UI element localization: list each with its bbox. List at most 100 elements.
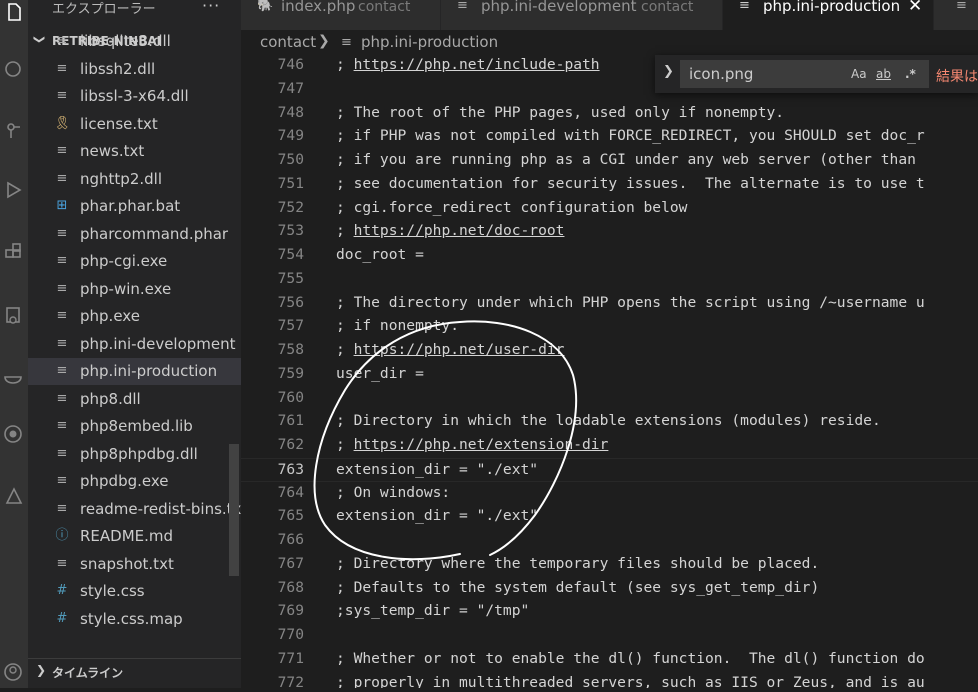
code-line[interactable]: 763 extension_dir = "./ext" bbox=[241, 457, 978, 482]
file-name: php8embed.lib bbox=[80, 417, 193, 435]
code-line[interactable]: 767 ; Directory where the temporary files… bbox=[241, 553, 978, 577]
code-line[interactable]: 754 doc_root = bbox=[241, 244, 978, 268]
code-line[interactable]: 759 user_dir = bbox=[241, 363, 978, 387]
file-icon: ≡ bbox=[56, 418, 68, 433]
info-icon: ⓘ bbox=[55, 528, 69, 543]
file-item[interactable]: ⓘ README.md bbox=[28, 523, 241, 550]
code-line[interactable]: 772 ; properly in multithreaded servers, … bbox=[241, 672, 978, 689]
file-item[interactable]: ≡ snapshot.txt bbox=[28, 551, 241, 578]
account-icon[interactable] bbox=[0, 652, 28, 692]
regex-icon[interactable]: .* bbox=[905, 67, 916, 81]
code-line[interactable]: 761 ; Directory in which the loadable ext… bbox=[241, 410, 978, 434]
code-line[interactable]: 768 ; Defaults to the system default (see… bbox=[241, 577, 978, 601]
file-item[interactable]: ≡ nghttp2.dll bbox=[28, 166, 241, 193]
code-line[interactable]: 771 ; Whether or not to enable the dl() f… bbox=[241, 648, 978, 672]
docker-icon[interactable] bbox=[0, 356, 28, 396]
breadcrumb-file[interactable]: php.ini-production bbox=[361, 33, 498, 51]
file-item[interactable]: ≡ php.ini-production bbox=[28, 358, 241, 385]
file-icon: ≡ bbox=[56, 363, 68, 378]
file-icon: ≡ bbox=[56, 390, 68, 406]
azure-icon[interactable] bbox=[0, 476, 28, 516]
file-item[interactable]: ≡ php8embed.lib bbox=[28, 413, 241, 440]
file-item[interactable]: ≡ news.txt bbox=[28, 138, 241, 165]
file-item[interactable]: ≡ libssh2.dll bbox=[28, 56, 241, 83]
code-link[interactable]: https://php.net/include-path bbox=[354, 56, 600, 73]
file-name: php.exe bbox=[80, 307, 140, 325]
file-item[interactable]: ≡ readme-redist-bins.txt bbox=[28, 496, 241, 523]
file-item[interactable]: ⊞ phar.phar.bat bbox=[28, 193, 241, 220]
toggle-replace-icon[interactable]: ❯ bbox=[663, 64, 674, 79]
file-item[interactable]: ≡ libsqlite3.dll bbox=[28, 28, 241, 55]
whole-word-icon[interactable]: ab bbox=[876, 67, 891, 81]
tab-overflow[interactable]: ≡ bbox=[934, 0, 978, 30]
code-line[interactable]: 757 ; if nonempty. bbox=[241, 315, 978, 339]
line-number: 769 bbox=[277, 602, 304, 620]
code-line[interactable]: 749 ; if PHP was not compiled with FORCE_… bbox=[241, 125, 978, 149]
code-text: doc_root = bbox=[336, 246, 424, 263]
code-link[interactable]: https://php.net/extension-dir bbox=[354, 436, 609, 453]
code-link[interactable]: https://php.net/user-dir bbox=[354, 341, 565, 358]
code-line[interactable]: 750 ; if you are running php as a CGI und… bbox=[241, 149, 978, 173]
more-actions-icon[interactable]: ··· bbox=[202, 0, 220, 15]
github-icon[interactable] bbox=[0, 414, 28, 454]
file-name: news.txt bbox=[80, 142, 145, 160]
file-item[interactable]: ≡ php8.dll bbox=[28, 386, 241, 413]
tab-index-php[interactable]: 🐘 index.php contact bbox=[241, 0, 441, 30]
code-line[interactable]: 766 bbox=[241, 529, 978, 553]
timeline-label: タイムライン bbox=[52, 666, 124, 680]
code-link[interactable]: https://php.net/doc-root bbox=[354, 222, 565, 239]
code-line[interactable]: 755 bbox=[241, 268, 978, 292]
search-icon[interactable] bbox=[0, 50, 28, 90]
line-number: 747 bbox=[277, 79, 304, 97]
tab-php-ini-production[interactable]: ≡ php.ini-production ✕ bbox=[723, 0, 934, 30]
code-text: ; Defaults to the system default (see sy… bbox=[336, 578, 820, 596]
file-item[interactable]: # style.css.map bbox=[28, 606, 241, 633]
file-item[interactable]: 🎗 license.txt bbox=[28, 111, 241, 138]
match-case-icon[interactable]: Aa bbox=[851, 67, 867, 81]
file-item[interactable]: ≡ php.ini-development bbox=[28, 331, 241, 358]
file-icon: ≡ bbox=[56, 253, 68, 268]
code-line[interactable]: 762 ; https://php.net/extension-dir bbox=[241, 434, 978, 458]
file-item[interactable]: ≡ php-cgi.exe bbox=[28, 248, 241, 275]
timeline-section[interactable]: ❯ タイムライン bbox=[28, 658, 241, 688]
file-item[interactable]: ≡ php8phpdbg.dll bbox=[28, 441, 241, 468]
code-line[interactable]: 753 ; https://php.net/doc-root bbox=[241, 220, 978, 244]
code-line[interactable]: 765 extension_dir = "./ext" bbox=[241, 505, 978, 529]
windows-icon: ⊞ bbox=[56, 198, 68, 213]
sidebar-scrollbar[interactable] bbox=[229, 444, 239, 576]
chevron-right-icon: ❯ bbox=[36, 663, 47, 677]
line-number: 758 bbox=[277, 341, 304, 358]
find-input[interactable] bbox=[680, 60, 929, 88]
code-line[interactable]: 748 ; The root of the PHP pages, used onl… bbox=[241, 102, 978, 126]
file-name: php8.dll bbox=[80, 389, 141, 408]
file-item[interactable]: ≡ php.exe bbox=[28, 303, 241, 330]
run-debug-icon[interactable] bbox=[0, 170, 28, 210]
code-line[interactable]: 770 bbox=[241, 624, 978, 648]
file-item[interactable]: ≡ php-win.exe bbox=[28, 276, 241, 303]
breadcrumb-folder[interactable]: contact bbox=[260, 33, 316, 51]
code-line[interactable]: 764 ; On windows: bbox=[241, 482, 978, 506]
code-line[interactable]: 769 ;sys_temp_dir = "/tmp" bbox=[241, 600, 978, 624]
close-icon[interactable]: ✕ bbox=[908, 0, 922, 16]
file-icon: ≡ bbox=[56, 225, 68, 241]
files-icon[interactable] bbox=[0, 0, 28, 32]
tab-php-ini-development[interactable]: ≡ php.ini-development contact bbox=[441, 0, 723, 30]
code-editor[interactable]: 746 ; https://php.net/include-path 747 748;… bbox=[241, 54, 978, 688]
tab-label: index.php bbox=[281, 0, 356, 15]
code-line[interactable]: 751 ; see documentation for security issu… bbox=[241, 173, 978, 197]
file-item[interactable]: ≡ pharcommand.phar bbox=[28, 221, 241, 248]
css-hash-icon: # bbox=[56, 610, 68, 626]
extensions-icon[interactable] bbox=[0, 232, 28, 272]
source-control-icon[interactable] bbox=[0, 110, 28, 150]
code-line[interactable]: 756 ; The directory under which PHP opens… bbox=[241, 292, 978, 316]
code-line[interactable]: 752 ; cgi.force_redirect configuration be… bbox=[241, 197, 978, 221]
file-item[interactable]: ≡ phpdbg.exe bbox=[28, 468, 241, 495]
line-number: 754 bbox=[277, 246, 304, 263]
file-item[interactable]: ≡ libssl-3-x64.dll bbox=[28, 83, 241, 110]
file-name: php-win.exe bbox=[80, 279, 172, 298]
code-line[interactable]: 760 bbox=[241, 387, 978, 411]
remote-explorer-icon[interactable] bbox=[0, 296, 28, 336]
chevron-right-icon: ❯ bbox=[318, 33, 330, 49]
file-item[interactable]: # style.css bbox=[28, 578, 241, 605]
code-line[interactable]: 758 ; https://php.net/user-dir bbox=[241, 339, 978, 363]
